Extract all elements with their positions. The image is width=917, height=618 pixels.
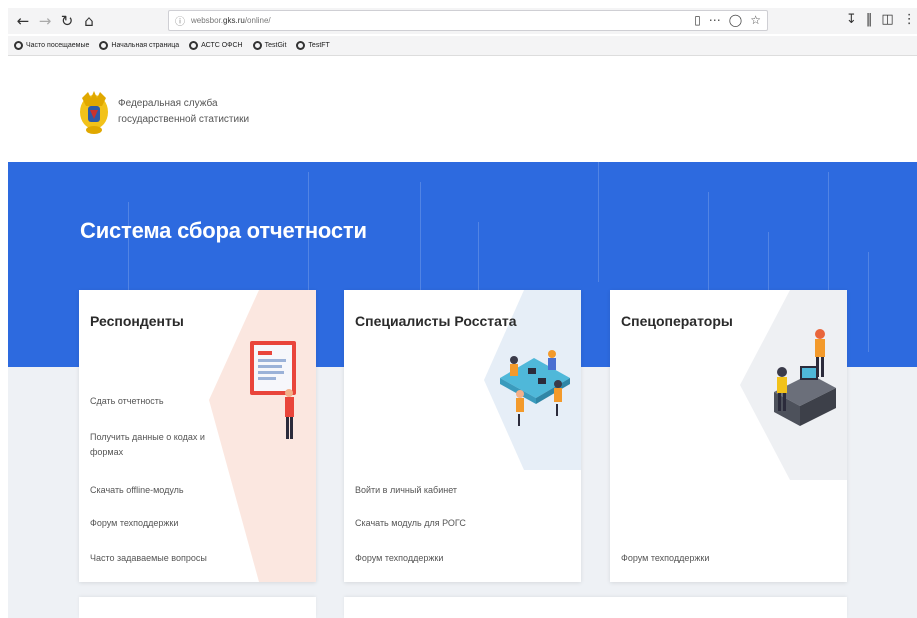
org-name[interactable]: Федеральная служба государственной стати… <box>118 96 249 128</box>
card-partial <box>344 597 847 618</box>
bookmark-item[interactable]: Начальная страница <box>99 41 179 50</box>
org-name-line1: Федеральная служба <box>118 98 218 109</box>
home-icon[interactable]: ⌂ <box>80 12 98 30</box>
sidebar-icon[interactable]: ◫ <box>881 12 893 27</box>
link-support-forum[interactable]: Форум техподдержки <box>355 551 505 566</box>
address-bar[interactable]: ⓘ websbor.gks.ru/online/ ▯ ⋯ ◯ ☆ <box>168 10 768 31</box>
page-actions-icon[interactable]: ⋯ <box>709 13 721 27</box>
org-name-line2: государственной статистики <box>118 114 250 125</box>
globe-icon <box>14 41 23 50</box>
card-title: Респонденты <box>90 313 184 329</box>
globe-icon <box>252 41 262 50</box>
globe-icon <box>189 41 199 50</box>
bookmark-item[interactable]: Часто посещаемые <box>14 41 89 50</box>
globe-icon <box>296 41 306 50</box>
link-codes-forms[interactable]: Получить данные о кодах и формах <box>90 430 230 460</box>
link-support-forum[interactable]: Форум техподдержки <box>621 551 771 566</box>
globe-icon <box>99 41 109 50</box>
link-support-forum[interactable]: Форум техподдержки <box>90 516 240 531</box>
reader-view-icon[interactable]: ▯ <box>694 13 701 27</box>
card-rosstat-specialists: Специалисты Росстата Войти в личный каби… <box>344 290 581 582</box>
info-icon[interactable]: ⓘ <box>175 13 185 28</box>
library-icon[interactable]: ‖ <box>866 12 873 27</box>
presentation-board-illustration <box>250 341 296 439</box>
back-icon[interactable]: ← <box>14 12 32 30</box>
office-team-illustration <box>500 350 570 426</box>
card-special-operators: Спецоператоры Форум техподдержки <box>610 290 847 582</box>
browser-toolbar: ← → ↻ ⌂ ⓘ websbor.gks.ru/online/ ▯ ⋯ ◯ ☆… <box>8 8 917 34</box>
more-icon[interactable]: ⋮ <box>903 12 916 27</box>
bookmark-item[interactable]: АСТС ОФСН <box>189 41 243 50</box>
card-decor <box>484 290 581 470</box>
link-download-offline[interactable]: Скачать offline-модуль <box>90 483 240 498</box>
emblem-logo[interactable] <box>78 86 110 138</box>
link-personal-cabinet[interactable]: Войти в личный кабинет <box>355 483 505 498</box>
hero-title: Система сбора отчетности <box>80 218 367 243</box>
url-text[interactable]: websbor.gks.ru/online/ <box>191 16 271 25</box>
operator-workstation-illustration <box>774 329 836 426</box>
bookmark-item[interactable]: TestFT <box>296 41 330 50</box>
downloads-icon[interactable]: ↧ <box>846 12 857 27</box>
card-title: Спецоператоры <box>621 313 733 329</box>
card-partial <box>79 597 316 618</box>
link-submit-report[interactable]: Сдать отчетность <box>90 394 240 409</box>
card-title: Специалисты Росстата <box>355 313 517 329</box>
reload-icon[interactable]: ↻ <box>58 12 76 30</box>
bookmark-item[interactable]: TestGit <box>252 41 286 50</box>
bookmark-star-icon[interactable]: ☆ <box>750 13 761 27</box>
card-respondents: Респонденты Сдать отчетность Получить да… <box>79 290 316 582</box>
forward-icon[interactable]: → <box>36 12 54 30</box>
pocket-icon[interactable]: ◯ <box>729 13 742 27</box>
link-faq[interactable]: Часто задаваемые вопросы <box>90 551 240 566</box>
bookmarks-bar: Часто посещаемые Начальная страница АСТС… <box>8 36 917 56</box>
link-download-rogs[interactable]: Скачать модуль для РОГС <box>355 516 505 531</box>
